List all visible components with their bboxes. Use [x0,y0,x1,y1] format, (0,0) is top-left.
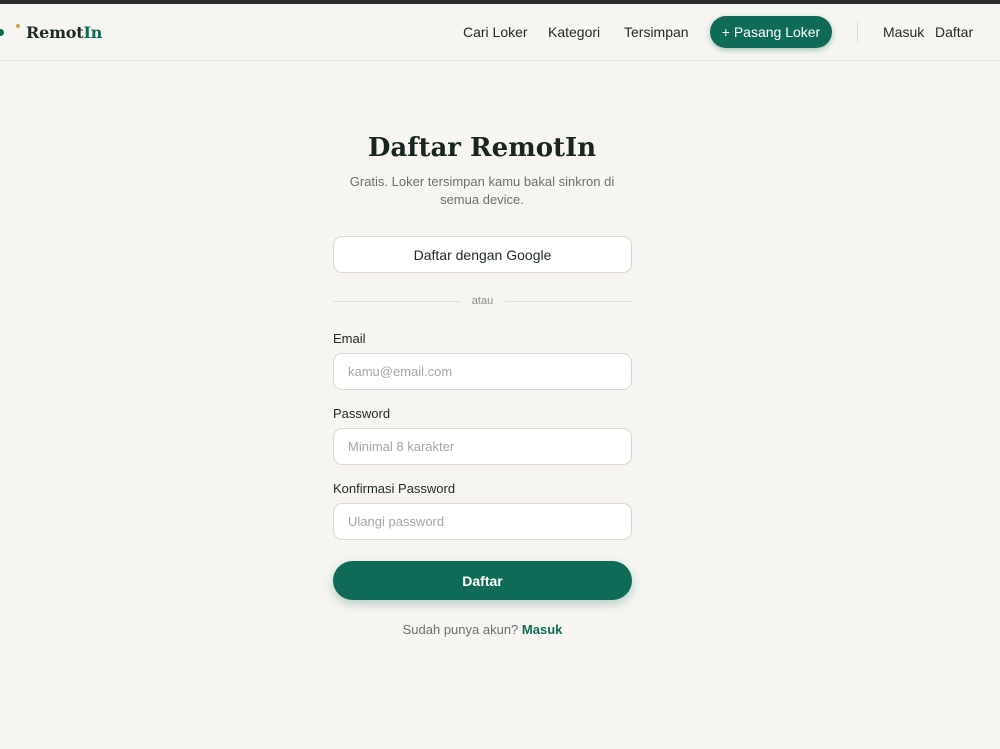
nav-link-cari-loker[interactable]: Cari Loker [463,24,528,40]
divider-line-left [333,300,460,302]
nav-link-tersimpan[interactable]: Tersimpan [624,24,689,40]
have-account-text: Sudah punya akun? [402,622,519,637]
divider-line-right [505,300,633,302]
logo-dot-green [0,29,4,36]
nav-login-link[interactable]: Masuk [883,24,924,40]
logo-text-main: Remot [26,22,84,42]
logo[interactable]: RemotIn [0,20,102,44]
top-navbar: RemotIn Cari Loker Kategori Tersimpan + … [0,4,1000,61]
have-account-row: Sudah punya akun? Masuk [333,622,632,637]
email-field[interactable] [333,353,632,390]
or-divider: atau [333,292,633,310]
logo-text-accent: In [83,22,103,42]
logo-text: RemotIn [26,23,102,42]
nav-link-kategori[interactable]: Kategori [548,24,600,40]
password-field[interactable] [333,428,632,465]
page-subtitle: Gratis. Loker tersimpan kamu bakal sinkr… [349,174,615,207]
divider-text: atau [471,295,494,307]
confirm-password-field[interactable] [333,503,632,540]
login-link[interactable]: Masuk [522,622,562,637]
nav-register-link[interactable]: Daftar [935,24,973,40]
page-title: Daftar RemotIn [367,133,597,163]
password-label: Password [333,406,391,421]
nav-divider [857,22,858,42]
logo-mark-icon [0,20,26,44]
email-label: Email [333,331,366,346]
logo-dot-gold [16,24,20,28]
signup-submit-button[interactable]: Daftar [333,561,632,600]
post-job-button[interactable]: + Pasang Loker [710,16,832,48]
google-signup-button[interactable]: Daftar dengan Google [333,236,632,273]
confirm-password-label: Konfirmasi Password [333,481,456,496]
